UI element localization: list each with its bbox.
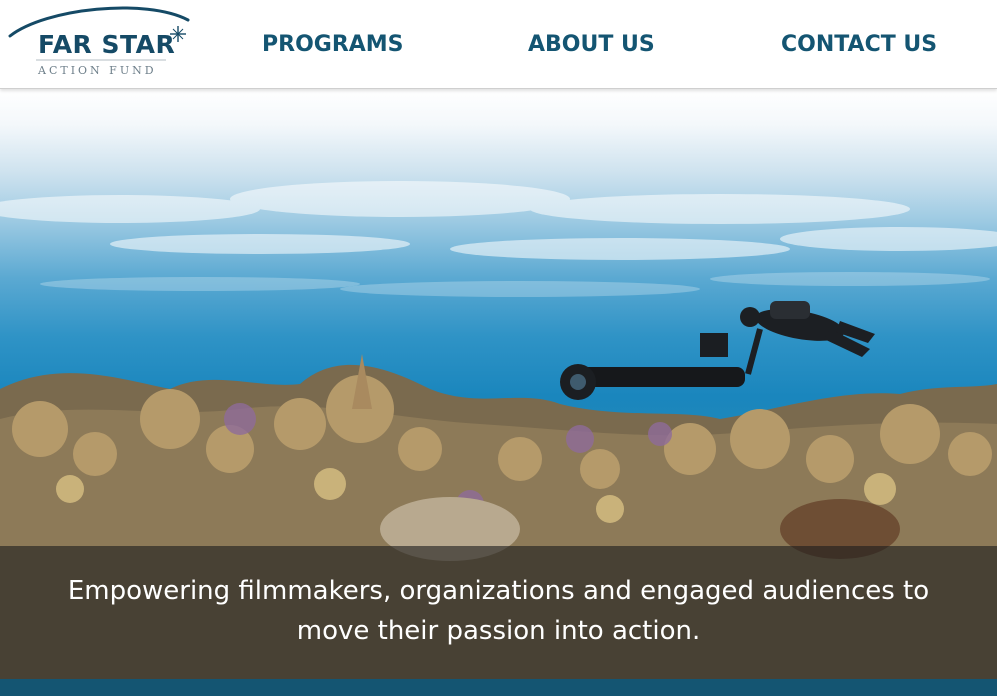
hero-caption: Empowering filmmakers, organizations and…	[67, 576, 930, 646]
site-header: FAR STAR ACTION FUND PROGRAMS ABOUT US C…	[0, 0, 997, 89]
hero-banner: Empowering filmmakers, organizations and…	[0, 89, 997, 679]
diver-illustration	[560, 301, 875, 400]
logo-name: FAR STAR	[38, 30, 176, 59]
bottom-bar	[0, 679, 997, 696]
logo[interactable]: FAR STAR ACTION FUND	[6, 2, 192, 82]
nav-contact-us[interactable]: CONTACT US	[781, 0, 937, 88]
nav-programs[interactable]: PROGRAMS	[262, 0, 404, 88]
nav-about-us[interactable]: ABOUT US	[528, 0, 655, 88]
logo-subtitle: ACTION FUND	[38, 64, 157, 77]
